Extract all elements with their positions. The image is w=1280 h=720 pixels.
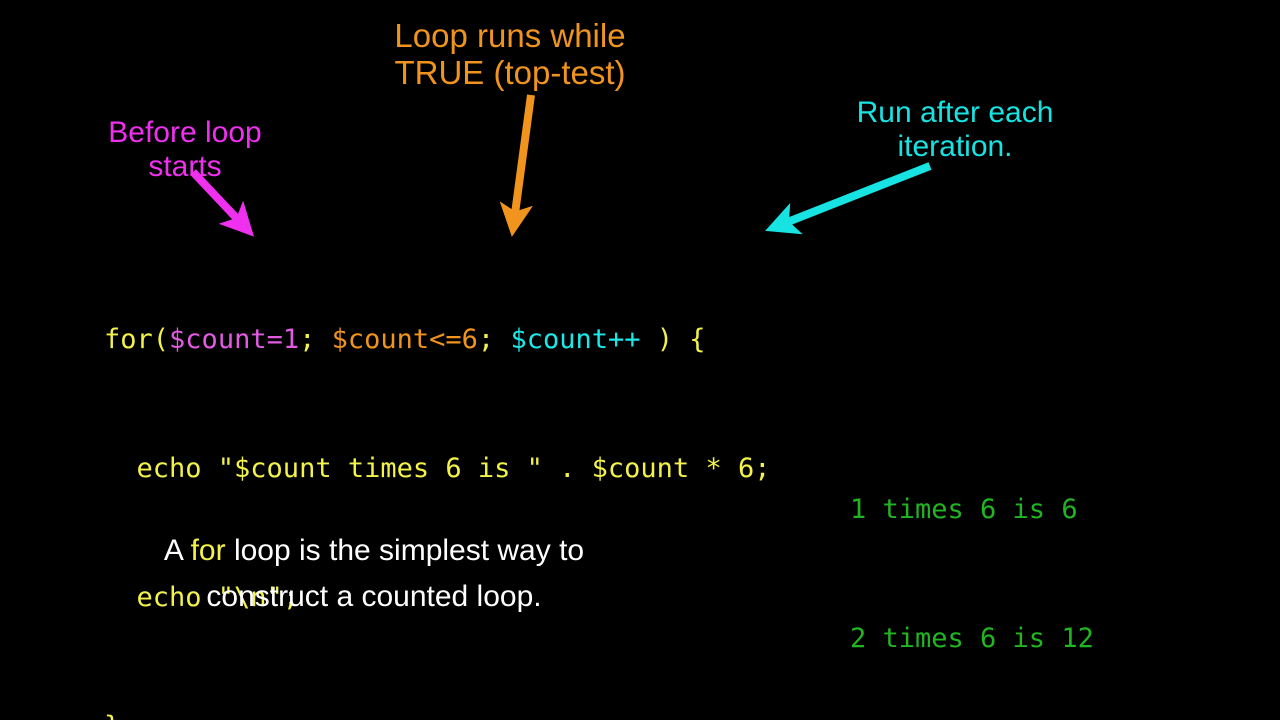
description-part-2: loop is the simplest way to construct a …	[206, 534, 585, 613]
code-token-increment: $count++	[510, 324, 641, 355]
cyan-arrow-icon	[765, 162, 932, 235]
description-keyword-highlight: for	[190, 534, 226, 567]
code-token-close-paren-brace: ) {	[640, 324, 706, 355]
orange-arrow-icon	[499, 94, 535, 237]
code-line-for: for($count=1; $count<=6; $count++ ) {	[104, 318, 770, 361]
code-token-semicolon-2: ;	[477, 324, 511, 355]
callout-loop-condition-label: Loop runs while TRUE (top-test)	[394, 17, 635, 91]
output-line: 2 times 6 is 12	[850, 623, 1094, 654]
code-token-semicolon-1: ;	[299, 324, 332, 355]
code-snippet: for($count=1; $count<=6; $count++ ) { ec…	[104, 232, 770, 720]
callout-before-loop-label: Before loop starts	[108, 116, 271, 183]
code-token-open-paren: (	[152, 324, 170, 355]
program-output: 1 times 6 is 6 2 times 6 is 12 3 times 6…	[850, 402, 1094, 720]
output-line: 1 times 6 is 6	[850, 494, 1078, 525]
code-token-for-keyword: for	[104, 324, 153, 355]
slide-canvas: Loop runs while TRUE (top-test) Before l…	[0, 0, 1280, 720]
description-part-1: A	[163, 534, 191, 567]
code-token-condition: $count<=6	[331, 324, 478, 355]
code-line-close-brace: }	[104, 705, 770, 720]
description-text: A for loop is the simplest way to constr…	[132, 528, 616, 619]
code-line-echo-1: echo "$count times 6 is " . $count * 6;	[104, 453, 771, 484]
callout-after-iteration-label: Run after each iteration.	[856, 96, 1062, 163]
code-token-initializer: $count=1	[169, 324, 300, 355]
